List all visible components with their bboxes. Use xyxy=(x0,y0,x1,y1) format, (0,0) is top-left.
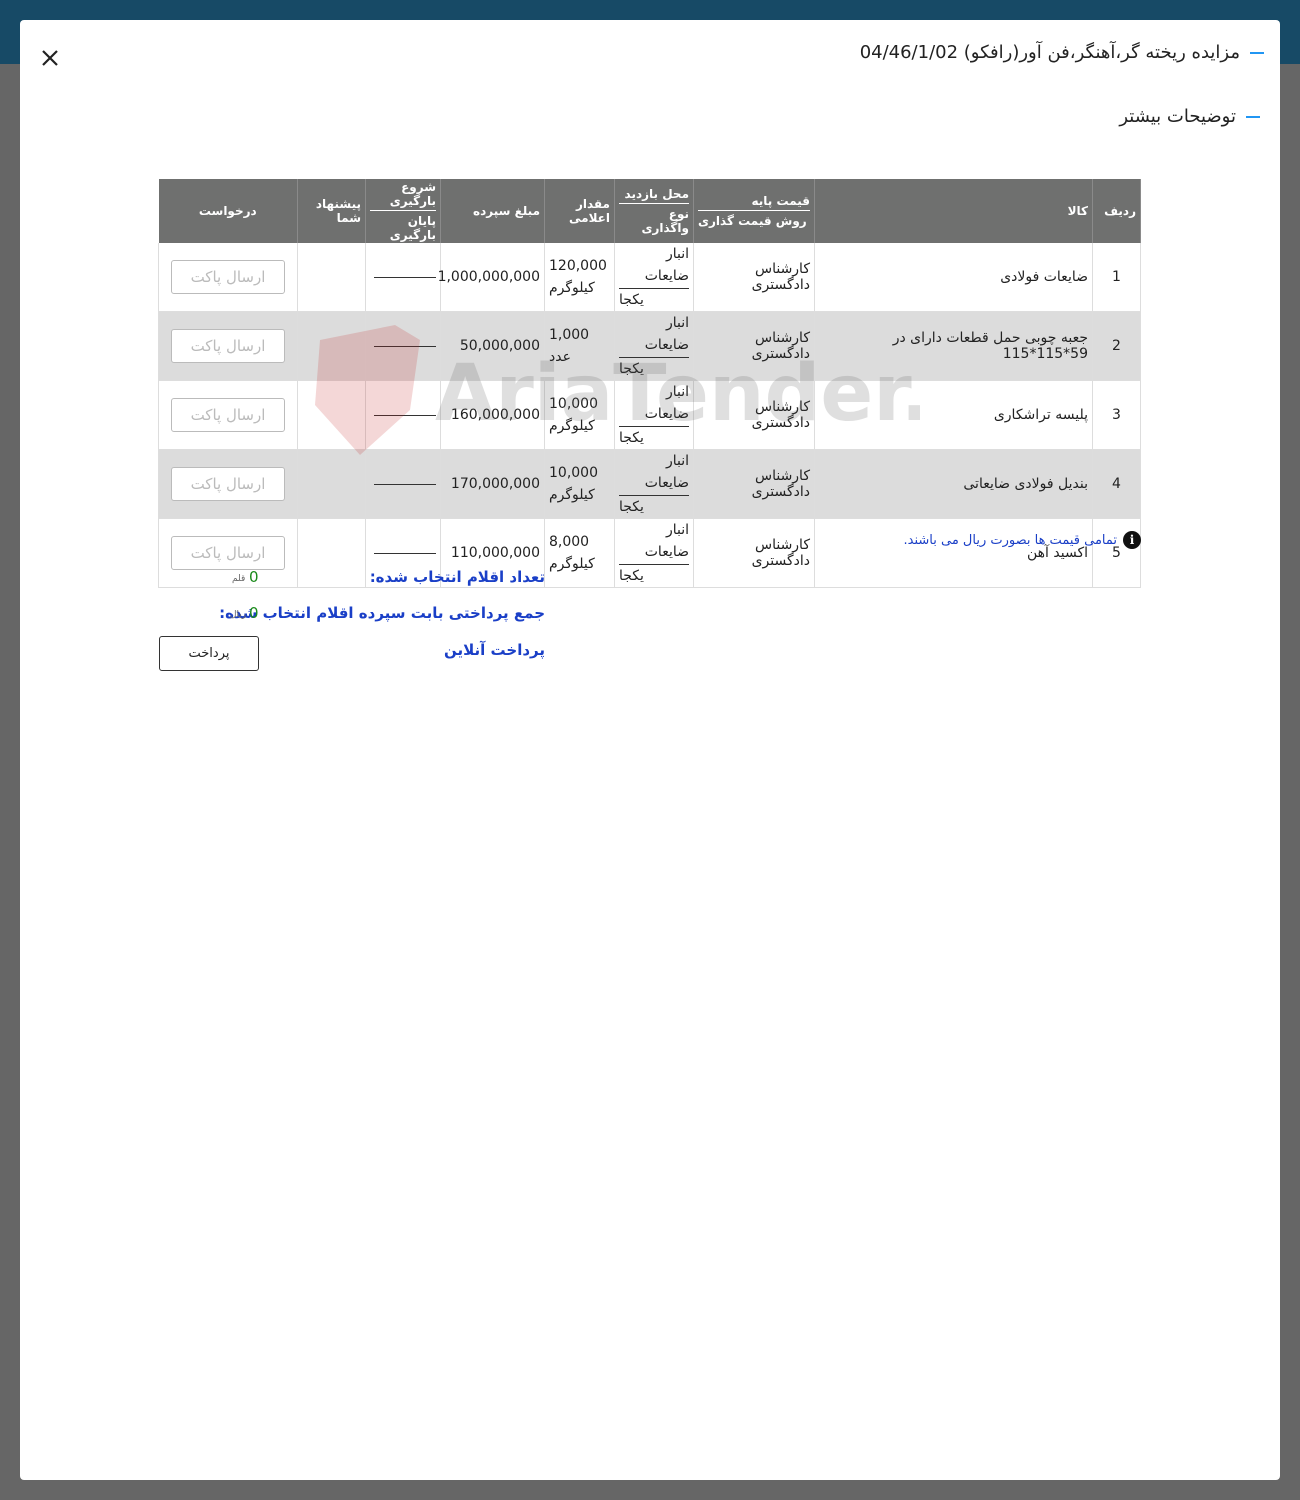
row-loading xyxy=(365,449,441,519)
row-pricing: کارشناس دادگستری xyxy=(693,449,815,519)
header-item: کالا xyxy=(814,179,1093,243)
row-item: ضایعات فولادی xyxy=(814,243,1093,312)
modal-title-text: مزایده ریخته گر،آهنگر،فن آور(رافکو) 04/4… xyxy=(859,42,1240,63)
send-packet-button[interactable]: ارسال پاکت xyxy=(171,398,285,432)
row-qty: 120,000 کیلوگرم xyxy=(544,243,615,312)
row-qty: 10,000 کیلوگرم xyxy=(544,449,615,519)
table-row: 5 اکسید آهن کارشناس دادگستری انبار ضایعا… xyxy=(158,518,1141,588)
header-loading: شروع بارگیری پایان بارگیری xyxy=(365,179,441,243)
table-row: 4 بندیل فولادی ضایعاتی کارشناس دادگستری … xyxy=(158,449,1141,519)
row-offer xyxy=(297,311,366,381)
total-deposit-label: جمع پرداختی بابت سپرده اقلام انتخاب شده: xyxy=(219,604,545,622)
online-payment-label: پرداخت آنلاین xyxy=(443,641,545,659)
row-num: 4 xyxy=(1092,449,1141,519)
more-details-label: توضیحات بیشتر xyxy=(1119,106,1236,127)
selected-count-label: تعداد اقلام انتخاب شده: xyxy=(369,568,545,586)
row-item: بندیل فولادی ضایعاتی xyxy=(814,449,1093,519)
row-request: ارسال پاکت xyxy=(158,518,298,588)
row-item: جعبه چوبی حمل قطعات دارای در 59*115*115 xyxy=(814,311,1093,381)
row-pricing: کارشناس دادگستری xyxy=(693,311,815,381)
row-offer xyxy=(297,449,366,519)
auction-details-modal: مزایده ریخته گر،آهنگر،فن آور(رافکو) 04/4… xyxy=(20,20,1280,1480)
currency-note-text: تمامی قیمت ها بصورت ریال می باشند. xyxy=(903,532,1118,548)
close-icon[interactable] xyxy=(38,46,62,70)
table-row: 2 جعبه چوبی حمل قطعات دارای در 59*115*11… xyxy=(158,311,1141,381)
header-visit-place: محل بازدید نوع واگذاری xyxy=(614,179,694,243)
row-place: انبار ضایعات یکجا xyxy=(614,311,694,381)
send-packet-button[interactable]: ارسال پاکت xyxy=(171,329,285,363)
row-qty: 1,000 عدد xyxy=(544,311,615,381)
items-table-container: ردیف کالا قیمت پایه روش قیمت گذاری محل با… xyxy=(158,179,1141,588)
pay-button[interactable]: پرداخت xyxy=(159,636,259,671)
row-num: 5 xyxy=(1092,518,1141,588)
row-qty: 8,000 کیلوگرم xyxy=(544,518,615,588)
modal-title: مزایده ریخته گر،آهنگر،فن آور(رافکو) 04/4… xyxy=(860,42,1264,63)
info-icon: i xyxy=(1123,531,1141,549)
send-packet-button[interactable]: ارسال پاکت xyxy=(171,467,285,501)
items-table: ردیف کالا قیمت پایه روش قیمت گذاری محل با… xyxy=(158,179,1141,588)
row-request: ارسال پاکت xyxy=(158,449,298,519)
selected-count-unit: قلم xyxy=(232,574,246,584)
row-pricing: کارشناس دادگستری xyxy=(693,380,815,450)
row-place: انبار ضایعات یکجا xyxy=(614,243,694,312)
row-item: پلیسه تراشکاری xyxy=(814,380,1093,450)
row-loading xyxy=(365,243,441,312)
selected-count-value: 0 xyxy=(249,568,259,586)
row-qty: 10,000 کیلوگرم xyxy=(544,380,615,450)
row-pricing: کارشناس دادگستری xyxy=(693,243,815,312)
table-header-row: ردیف کالا قیمت پایه روش قیمت گذاری محل با… xyxy=(158,179,1141,243)
more-details-toggle[interactable]: توضیحات بیشتر xyxy=(1119,106,1260,127)
currency-note: i تمامی قیمت ها بصورت ریال می باشند. xyxy=(903,531,1141,549)
header-request: درخواست xyxy=(158,179,298,243)
send-packet-button[interactable]: ارسال پاکت xyxy=(171,260,285,294)
total-deposit-value: 0 xyxy=(249,604,259,622)
row-item: اکسید آهن xyxy=(814,518,1093,588)
row-num: 1 xyxy=(1092,243,1141,312)
header-deposit: مبلغ سپرده xyxy=(440,179,545,243)
row-place: انبار ضایعات یکجا xyxy=(614,449,694,519)
title-dash-icon xyxy=(1250,51,1264,54)
row-offer xyxy=(297,243,366,312)
row-deposit: 170,000,000 xyxy=(440,449,545,519)
row-pricing: کارشناس دادگستری xyxy=(693,518,815,588)
row-place: انبار ضایعات یکجا xyxy=(614,380,694,450)
more-dash-icon xyxy=(1246,115,1260,118)
row-offer xyxy=(297,518,366,588)
row-deposit: 50,000,000 xyxy=(440,311,545,381)
table-row: 3 پلیسه تراشکاری کارشناس دادگستری انبار … xyxy=(158,380,1141,450)
row-loading xyxy=(365,380,441,450)
header-declared-qty: مقدار اعلامی xyxy=(544,179,615,243)
row-num: 2 xyxy=(1092,311,1141,381)
row-offer xyxy=(297,380,366,450)
row-deposit: 160,000,000 xyxy=(440,380,545,450)
row-request: ارسال پاکت xyxy=(158,380,298,450)
table-row: 1 ضایعات فولادی کارشناس دادگستری انبار ض… xyxy=(158,243,1141,312)
total-deposit-unit: ریال xyxy=(230,610,247,620)
send-packet-button[interactable]: ارسال پاکت xyxy=(171,536,285,570)
row-loading xyxy=(365,311,441,381)
row-request: ارسال پاکت xyxy=(158,311,298,381)
header-row-num: ردیف xyxy=(1092,179,1141,243)
header-your-offer: پیشنهاد شما xyxy=(297,179,366,243)
row-num: 3 xyxy=(1092,380,1141,450)
row-deposit: 1,000,000,000 xyxy=(438,243,545,312)
header-base-price: قیمت پایه روش قیمت گذاری xyxy=(693,179,815,243)
row-place: انبار ضایعات یکجا xyxy=(614,518,694,588)
row-request: ارسال پاکت xyxy=(158,243,298,312)
